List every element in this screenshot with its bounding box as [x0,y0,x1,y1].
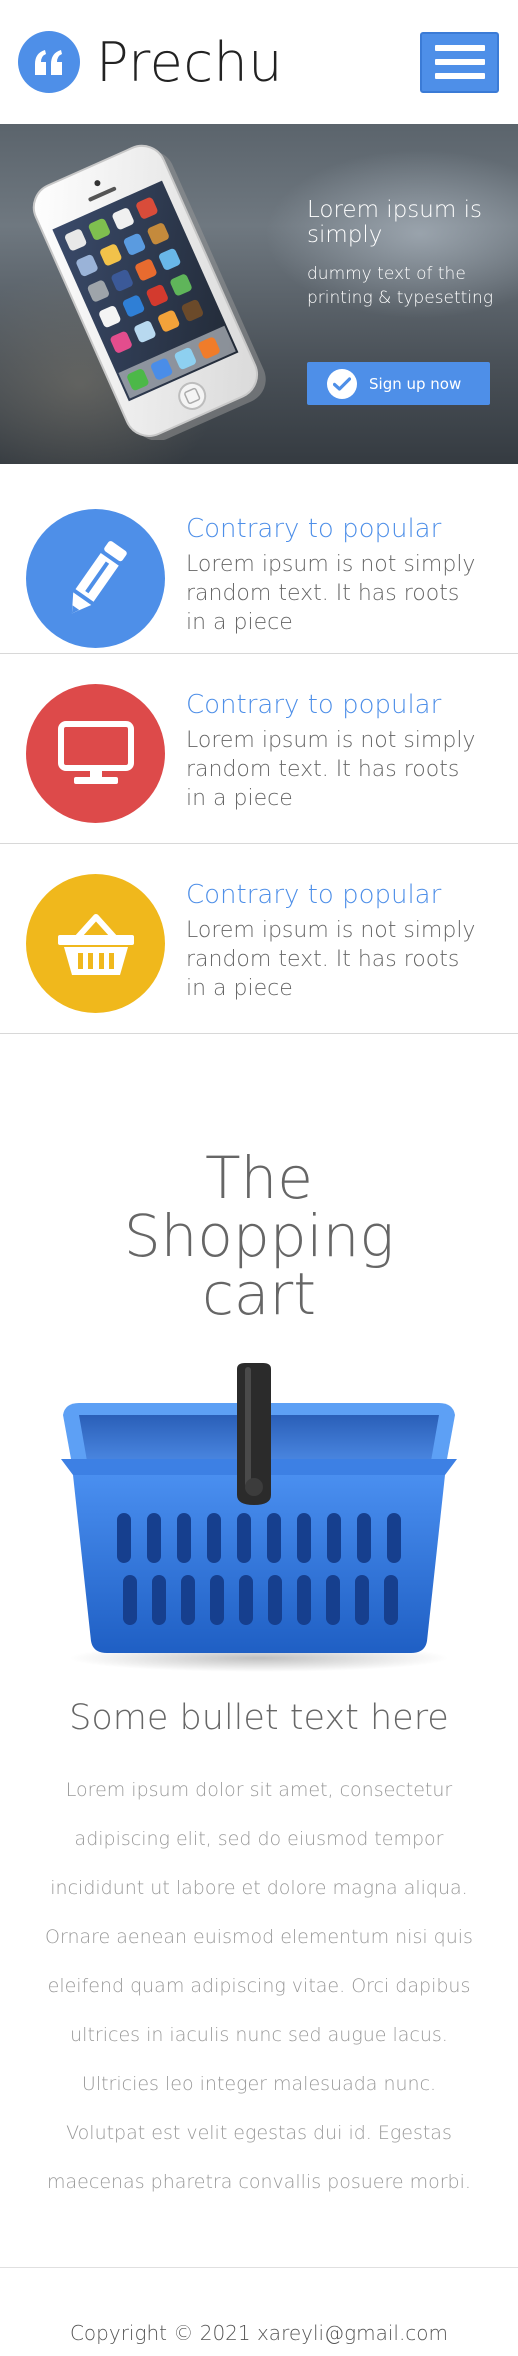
sign-up-button[interactable]: Sign up now [307,362,490,405]
check-icon [327,368,357,399]
feature-text: Contrary to popular Lorem ipsum is not s… [186,878,486,1003]
shopping-title: The Shopping cart [123,1144,395,1328]
brand[interactable]: Prechu [18,31,283,94]
feature-text: Contrary to popular Lorem ipsum is not s… [186,688,486,813]
feature-item: Contrary to popular Lorem ipsum is not s… [0,654,518,844]
hero-title: Lorem ipsum is simply [307,197,482,248]
shopping-subtitle: Some bullet text here [69,1698,449,1738]
basket-icon [26,874,165,1013]
header: Prechu [0,0,518,124]
feature-item: Contrary to popular Lorem ipsum is not s… [0,464,518,654]
feature-list: Contrary to popular Lorem ipsum is not s… [0,464,518,1034]
hamburger-menu-icon[interactable] [420,31,499,93]
footer: Copyright © 2021 xareyli@gmail.com [0,2268,518,2356]
feature-title[interactable]: Contrary to popular [186,878,486,912]
quote-icon [18,31,80,93]
copyright-text: Copyright © 2021 xareyli@gmail.com [69,2321,449,2345]
feature-description: Lorem ipsum is not simply random text. I… [186,552,476,635]
pencil-icon [26,509,165,648]
feature-text: Contrary to popular Lorem ipsum is not s… [186,512,486,637]
shopping-basket-image [49,1363,469,1673]
hero-banner: Lorem ipsum is simply dummy text of the … [0,124,518,464]
page: Prechu Lorem ipsum is simply dummy text … [0,0,518,2356]
feature-description: Lorem ipsum is not simply random text. I… [186,918,476,1001]
brand-name: Prechu [96,30,283,94]
sign-up-label: Sign up now [369,374,462,393]
shopping-body-text: Lorem ipsum dolor sit amet, consectetur … [45,1779,473,2193]
feature-title[interactable]: Contrary to popular [186,512,486,546]
monitor-icon [26,684,165,823]
feature-title[interactable]: Contrary to popular [186,688,486,722]
feature-item: Contrary to popular Lorem ipsum is not s… [0,844,518,1034]
iphone-image [32,144,266,440]
hero-subtitle: dummy text of the printing & typesetting [307,264,494,308]
shopping-section: The Shopping cart Some bullet text here … [0,1149,518,2207]
feature-description: Lorem ipsum is not simply random text. I… [186,728,476,811]
hero-copy: Lorem ipsum is simply dummy text of the … [307,198,507,310]
